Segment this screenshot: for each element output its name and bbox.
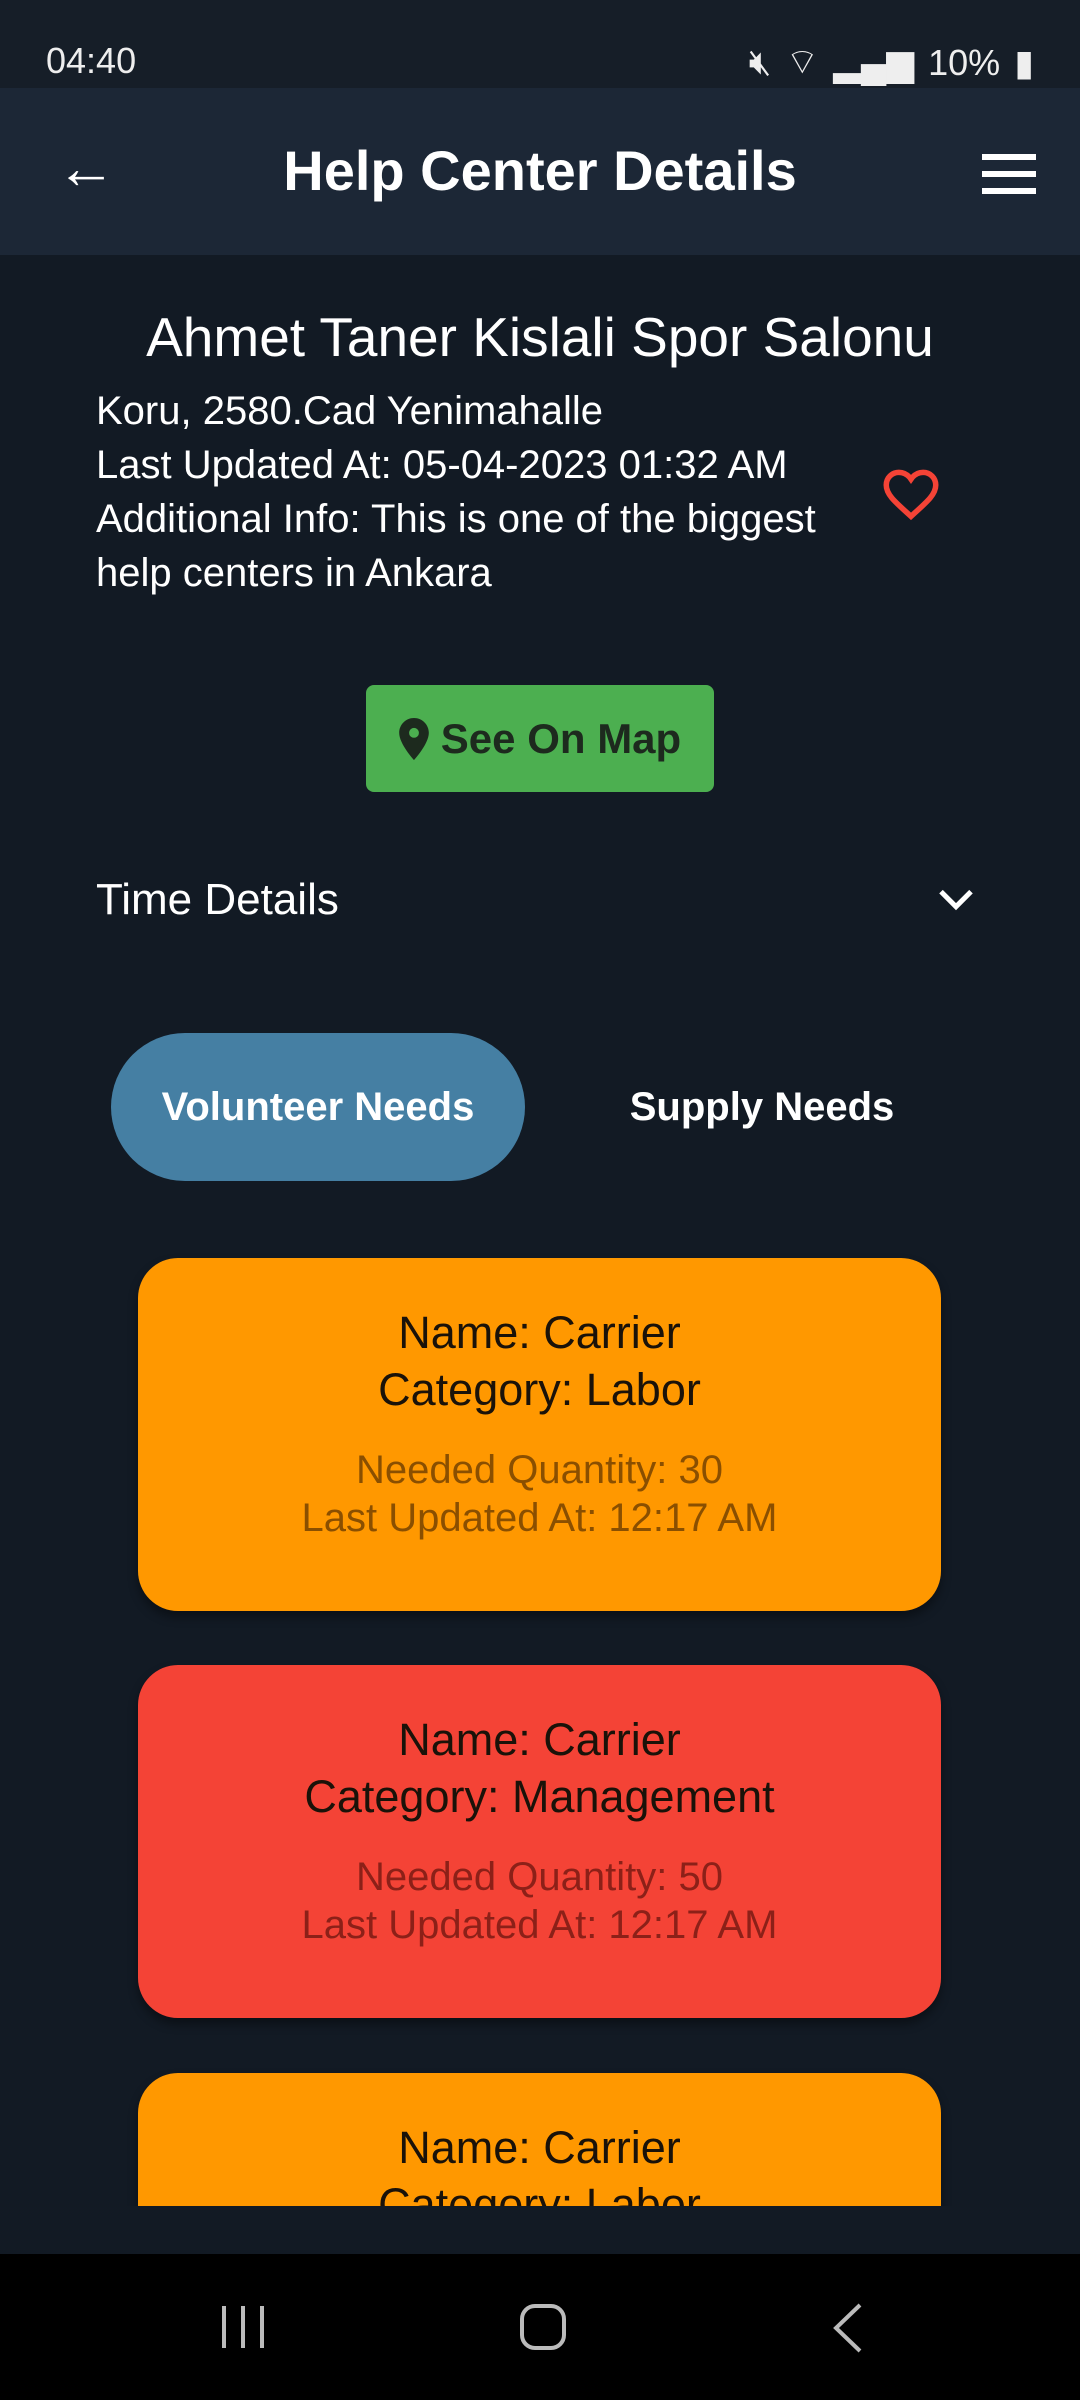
need-quantity: Needed Quantity: 30 <box>356 1448 723 1492</box>
need-name: Name: Carrier <box>398 1714 681 1765</box>
need-card[interactable]: Name: Carrier Category: Management Needed… <box>138 1665 941 2018</box>
need-card[interactable]: Name: Carrier Category: Labor Needed Quan… <box>138 1258 941 1611</box>
need-updated: Last Updated At: 12:17 AM <box>301 1903 778 1947</box>
need-category: Category: Labor <box>378 1364 701 1415</box>
recent-apps-icon[interactable] <box>218 2304 268 2350</box>
need-name: Name: Carrier <box>398 1307 681 1358</box>
system-nav-bar <box>0 2254 1080 2400</box>
need-quantity: Needed Quantity: 50 <box>356 1855 723 1899</box>
back-nav-icon[interactable] <box>830 2302 866 2354</box>
need-card[interactable]: Name: Carrier Category: Labor <box>138 2073 941 2206</box>
need-updated: Last Updated At: 12:17 AM <box>301 1496 778 1540</box>
need-name: Name: Carrier <box>398 2122 681 2173</box>
need-category: Category: Management <box>304 1771 775 1822</box>
need-category: Category: Labor <box>378 2179 701 2206</box>
home-icon[interactable] <box>518 2302 568 2352</box>
